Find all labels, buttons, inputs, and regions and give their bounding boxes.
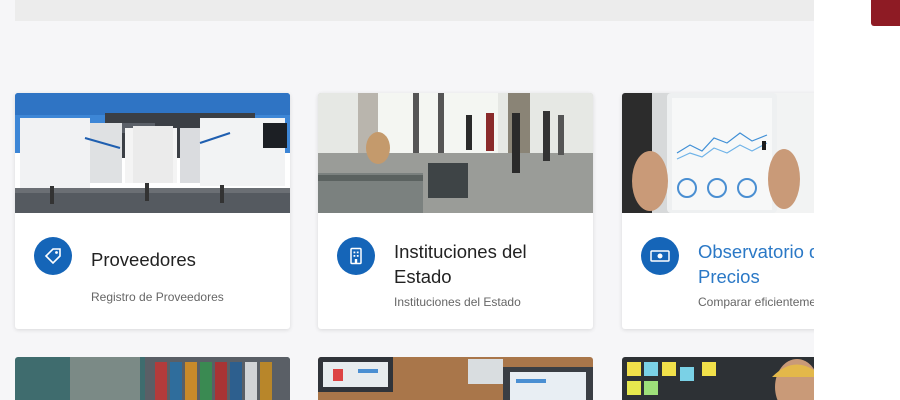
cash-icon [641, 237, 679, 275]
card-image-trailers [15, 93, 290, 213]
card-title[interactable]: Observatorio de Precios [698, 239, 814, 289]
page-viewport: Proveedores Registro de Proveedores Inst… [0, 0, 814, 400]
card-laptop-image[interactable] [318, 357, 593, 400]
card-subtitle: Instituciones del Estado [394, 295, 521, 309]
card-image-office-lobby [318, 93, 593, 213]
card-port-image[interactable] [15, 357, 290, 400]
card-observatorio[interactable]: Observatorio de Precios Comparar eficien… [622, 93, 814, 329]
card-image-tablet-analytics [622, 93, 814, 213]
card-proveedores[interactable]: Proveedores Registro de Proveedores [15, 93, 290, 329]
top-bar [15, 0, 814, 21]
card-subtitle: Comparar eficientemente [698, 295, 814, 309]
card-title[interactable]: Proveedores [91, 247, 281, 272]
card-subtitle: Registro de Proveedores [91, 290, 224, 304]
building-icon [337, 237, 375, 275]
corner-accent-tab[interactable] [871, 0, 900, 26]
card-sticky-notes-image[interactable] [622, 357, 814, 400]
card-title[interactable]: Instituciones del Estado [394, 239, 584, 289]
tag-icon [34, 237, 72, 275]
card-instituciones[interactable]: Instituciones del Estado Instituciones d… [318, 93, 593, 329]
